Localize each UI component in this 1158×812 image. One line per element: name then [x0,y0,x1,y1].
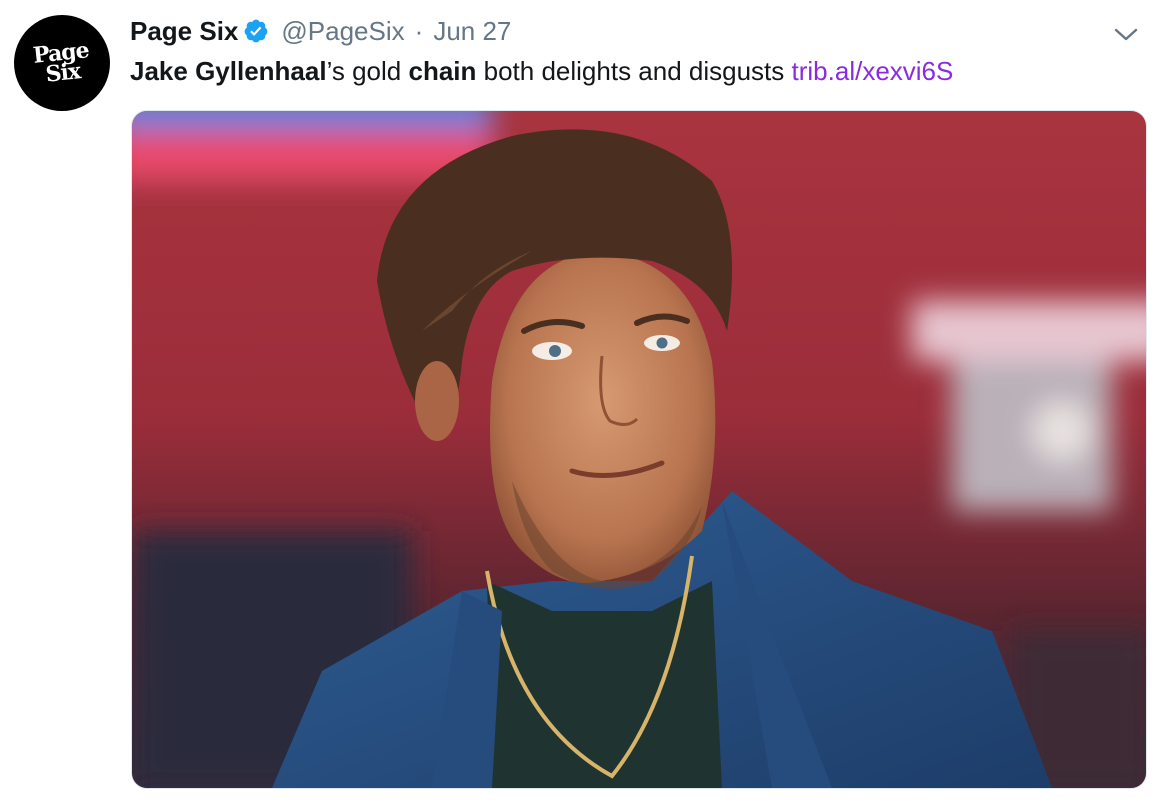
photo-illustration [132,111,1146,788]
page-six-logo: Page Six [32,37,91,87]
tweet-text-segment: ’s gold [326,56,409,86]
tweet-photo[interactable] [131,110,1147,789]
separator-dot: · [414,15,424,46]
tweet-text: Jake Gyllenhaal’s gold chain both deligh… [130,54,953,88]
tweet-header: Page Six @PageSix · Jun 27 [130,14,511,48]
tweet: Page Six Page Six @PageSix · Jun 27 Jake… [0,0,1158,812]
tweet-text-keyword: chain [408,56,477,86]
verified-badge-icon [243,18,269,44]
tweet-link[interactable]: trib.al/xexvi6S [792,56,954,86]
page-six-avatar[interactable]: Page Six [14,15,110,111]
tweet-date[interactable]: Jun 27 [433,16,511,47]
user-handle[interactable]: @PageSix [281,16,404,47]
tweet-text-name: Jake Gyllenhaal [130,56,327,86]
display-name[interactable]: Page Six [130,16,238,47]
chevron-down-icon[interactable] [1112,20,1140,48]
tweet-text-segment-2: both delights and disgusts [476,56,792,86]
